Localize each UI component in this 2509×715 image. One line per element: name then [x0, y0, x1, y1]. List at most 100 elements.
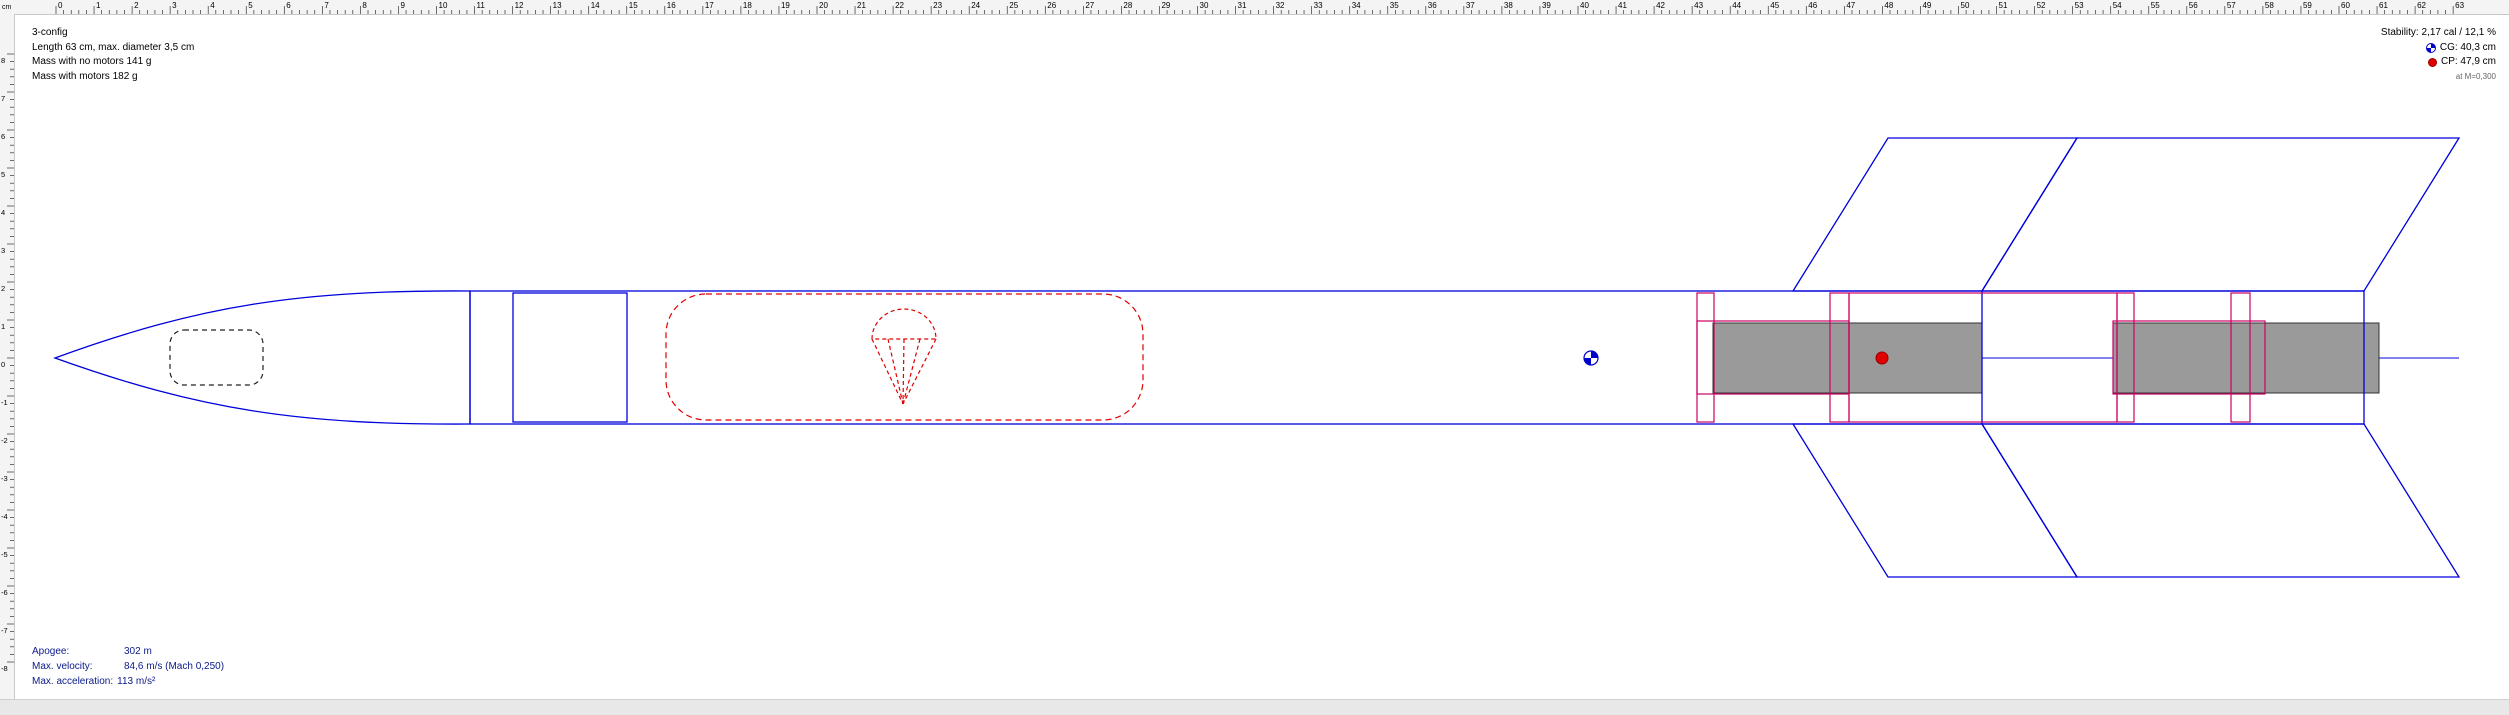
ruler-tick-label: -8 [1, 664, 8, 673]
ruler-tick-label: 27 [1085, 1, 1094, 10]
ruler-tick-label: 31 [1238, 1, 1247, 10]
ruler-tick-label: 48 [1884, 1, 1893, 10]
flight-info: Apogee: 302 m Max. velocity: 84,6 m/s (M… [32, 644, 224, 689]
mass-with-motors: Mass with motors 182 g [32, 70, 138, 82]
vertical-ruler: 8 7 6 5 4 3 2 1 0 -1 -2 -3 -4 -5 -6 -7 -8 [0, 14, 15, 700]
cp-icon [2427, 57, 2437, 67]
apogee-label: Apogee: [32, 646, 70, 657]
ruler-tick-label: 4 [210, 1, 215, 10]
ruler-tick-label: 47 [1846, 1, 1855, 10]
mass-no-motors: Mass with no motors 141 g [32, 56, 152, 67]
ruler-tick-label: -2 [1, 436, 8, 445]
centering-ring-1[interactable] [1696, 292, 1715, 423]
stability-summary: Stability: 2,17 cal / 12,1 % [2380, 27, 2496, 38]
ruler-tick-label: 13 [553, 1, 562, 10]
fin-rear-upper[interactable] [1980, 137, 2461, 292]
inner-bulkhead[interactable] [512, 292, 628, 423]
ruler-tick-label: 30 [1200, 1, 1209, 10]
motor-rear[interactable] [2112, 322, 2380, 394]
ruler-tick-label: 6 [286, 1, 291, 10]
parachute-icon[interactable] [871, 308, 937, 405]
recovery-bay[interactable] [665, 293, 1144, 421]
ruler-tick-label: 8 [1, 56, 5, 65]
ruler-tick-label: 6 [1, 132, 5, 141]
accel-row: Max. acceleration: 113 m/s² [32, 674, 224, 689]
apogee-row: Apogee: 302 m [32, 644, 224, 659]
ruler-tick-label: 45 [1770, 1, 1779, 10]
ruler-tick-label: 42 [1656, 1, 1665, 10]
design-name: 3-config [32, 27, 68, 38]
ruler-tick-label: 32 [1276, 1, 1285, 10]
fin-front-lower[interactable] [1791, 423, 2079, 578]
ruler-tick-label: 58 [2265, 1, 2274, 10]
ruler-tick-label: 18 [743, 1, 752, 10]
design-info: 3-config Length 63 cm, max. diameter 3,5… [32, 26, 194, 84]
ruler-tick-label: 36 [1428, 1, 1437, 10]
ruler-tick-label: 52 [2037, 1, 2046, 10]
ruler-tick-label: -3 [1, 474, 8, 483]
ruler-tick-label: 28 [1123, 1, 1132, 10]
ruler-tick-label: 46 [1808, 1, 1817, 10]
ruler-tick-label: 2 [1, 284, 5, 293]
ruler-tick-label: 49 [1922, 1, 1931, 10]
ruler-tick-label: 5 [248, 1, 253, 10]
ruler-tick-label: 34 [1352, 1, 1361, 10]
ruler-tick-label: 41 [1618, 1, 1627, 10]
ruler-tick-label: 60 [2341, 1, 2350, 10]
ruler-tick-label: 38 [1504, 1, 1513, 10]
ruler-tick-label: 39 [1542, 1, 1551, 10]
fin-rear-lower[interactable] [1980, 423, 2461, 578]
ruler-tick-label: 22 [895, 1, 904, 10]
velocity-label: Max. velocity: [32, 661, 93, 672]
ruler-tick-label: 11 [477, 1, 486, 10]
horizontal-ruler-scale: cm 0 1 2 3 4 5 6 7 8 9 10 11 12 13 14 15 16 17 18 19 20 21 22 23… [2, 1, 2465, 14]
cp-value: CP: 47,9 cm [2440, 56, 2496, 67]
cp-marker[interactable] [1875, 351, 1889, 365]
cg-icon [2425, 42, 2436, 53]
ruler-tick-label: 19 [781, 1, 790, 10]
ruler-tick-label: 44 [1732, 1, 1741, 10]
ruler-tick-label: 35 [1390, 1, 1399, 10]
ruler-tick-label: 3 [1, 246, 5, 255]
ruler-tick-label: 63 [2455, 1, 2464, 10]
ruler-tick-label: 15 [629, 1, 638, 10]
ruler-unit-label: cm [2, 4, 12, 11]
status-strip [0, 699, 2509, 715]
nose-mass-component[interactable] [169, 329, 264, 386]
accel-value: 113 m/s² [117, 676, 156, 687]
ruler-tick-label: 1 [96, 1, 101, 10]
ruler-tick-label: 1 [1, 322, 5, 331]
mach-value: at M=0,300 [2455, 71, 2496, 81]
motor-front[interactable] [1712, 322, 1983, 394]
velocity-row: Max. velocity: 84,6 m/s (Mach 0,250) [32, 659, 224, 674]
ruler-tick-label: -7 [1, 626, 8, 635]
rocket-figure[interactable] [15, 15, 2509, 699]
apogee-value: 302 m [124, 646, 152, 657]
ruler-tick-label: 61 [2379, 1, 2388, 10]
ruler-tick-label: 51 [1999, 1, 2008, 10]
ruler-tick-label: -4 [1, 512, 8, 521]
ruler-tick-label: 8 [362, 1, 367, 10]
ruler-tick-label: 0 [58, 1, 63, 10]
ruler-tick-label: 12 [515, 1, 524, 10]
ruler-tick-label: 24 [971, 1, 980, 10]
stability-info: Stability: 2,17 cal / 12,1 % CG: 40,3 cm… [2381, 26, 2496, 84]
cg-marker[interactable] [1583, 350, 1599, 366]
ruler-tick-label: 26 [1047, 1, 1056, 10]
ruler-tick-label: 5 [1, 170, 5, 179]
ruler-tick-label: 7 [1, 94, 5, 103]
ruler-tick-label: 43 [1694, 1, 1703, 10]
ruler-tick-label: 37 [1466, 1, 1475, 10]
ruler-tick-label: 16 [667, 1, 676, 10]
ruler-tick-label: 0 [1, 360, 5, 369]
ruler-tick-label: 53 [2075, 1, 2084, 10]
ruler-tick-label: -1 [1, 398, 8, 407]
ruler-tick-label: 2 [134, 1, 139, 10]
fin-front-upper[interactable] [1791, 137, 2079, 292]
ruler-tick-label: 3 [172, 1, 177, 10]
horizontal-ruler: cm 0 1 2 3 4 5 6 7 8 9 10 11 12 13 14 15 16 17 18 19 20 21 22 23… [0, 0, 2509, 15]
ruler-tick-label: 29 [1161, 1, 1170, 10]
velocity-value: 84,6 m/s (Mach 0,250) [124, 661, 225, 672]
ruler-tick-label: 62 [2417, 1, 2426, 10]
rocket-figure-canvas[interactable] [15, 15, 2509, 699]
